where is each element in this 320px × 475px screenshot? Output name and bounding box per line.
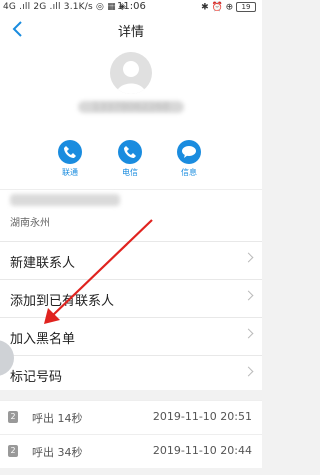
annotation-arrow xyxy=(44,219,153,324)
